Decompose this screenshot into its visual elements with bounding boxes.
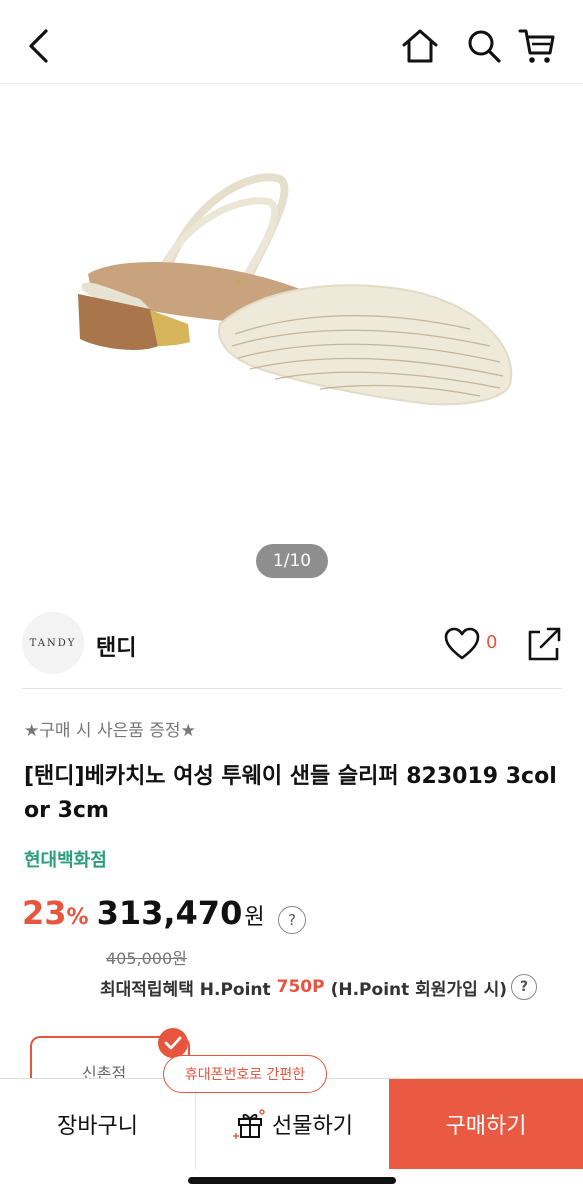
buy-now-button[interactable]: 구매하기 — [389, 1079, 583, 1169]
brand-row: TANDY 탠디 0 — [22, 612, 562, 676]
points-note: (H.Point 회원가입 시) — [330, 979, 508, 1000]
price-unit: 원 — [244, 905, 265, 930]
sandal-image — [78, 173, 513, 406]
store-name[interactable]: 현대백화점 — [24, 846, 107, 872]
promo-text: ★구매 시 사은품 증정★ — [24, 721, 196, 741]
back-button[interactable] — [18, 24, 58, 68]
points-help-icon[interactable]: ? — [511, 974, 538, 1000]
top-nav-bar — [0, 0, 583, 84]
price-help-icon[interactable]: ? — [278, 906, 306, 934]
price-row: 23 % 313,470 원 — [22, 894, 265, 944]
chevron-left-icon — [29, 29, 48, 63]
cart-icon — [518, 29, 555, 63]
search-button[interactable] — [462, 22, 506, 70]
discount-unit: % — [66, 905, 89, 930]
share-icon — [528, 627, 561, 661]
divider — [22, 688, 562, 689]
points-value: 750P — [276, 977, 325, 997]
points-row: 최대적립혜택 H.Point 750P (H.Point 회원가입 시) ? — [100, 974, 538, 1000]
product-title: [탠디]베카치노 여성 투웨이 샌들 슬리퍼 823019 3color 3cm — [24, 764, 557, 823]
home-button[interactable] — [398, 22, 442, 70]
add-to-cart-button[interactable]: 장바구니 — [0, 1079, 195, 1169]
discount-rate: 23 — [22, 894, 67, 932]
product-image[interactable] — [0, 84, 583, 594]
like-button[interactable] — [442, 624, 482, 664]
check-icon — [158, 1028, 188, 1058]
home-icon — [402, 29, 438, 63]
brand-name[interactable]: 탠디 — [96, 630, 136, 662]
gift-icon — [232, 1107, 266, 1141]
gift-tooltip: 휴대폰번호로 간편한 — [163, 1055, 327, 1093]
sale-price: 313,470 — [96, 894, 243, 932]
gift-label: 선물하기 — [272, 1114, 353, 1139]
home-indicator — [188, 1177, 396, 1184]
like-count: 0 — [486, 632, 498, 653]
image-pager: 1/10 — [256, 544, 328, 578]
brand-logo[interactable]: TANDY — [22, 612, 84, 674]
points-label: 최대적립혜택 H.Point — [100, 979, 271, 1000]
original-price: 405,000원 — [106, 949, 187, 968]
share-button[interactable] — [524, 624, 564, 664]
heart-icon — [444, 627, 480, 660]
search-icon — [468, 30, 501, 63]
cart-button[interactable] — [515, 22, 559, 70]
